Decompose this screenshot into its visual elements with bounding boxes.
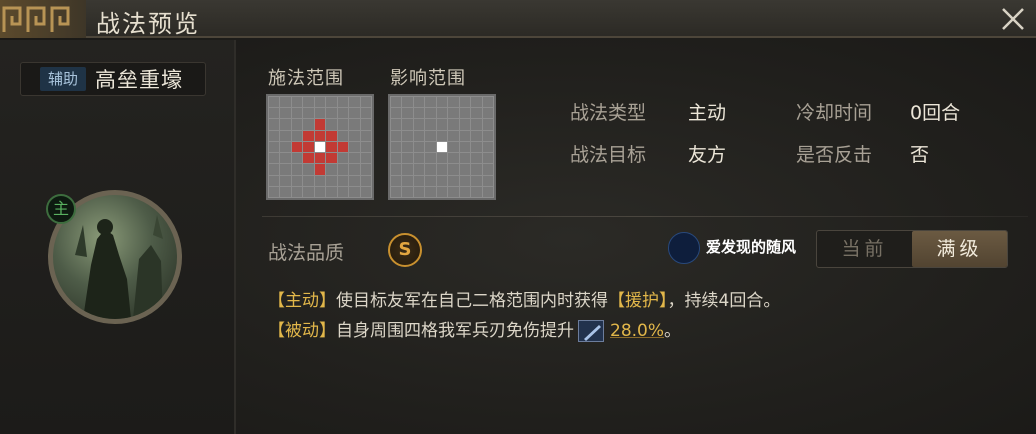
counter-value: 否 [910, 144, 930, 166]
main-general-badge: 主 [46, 194, 76, 224]
page-title: 战法预览 [96, 10, 200, 38]
effect-range-grid [388, 94, 496, 200]
passive-value: 28.0% [610, 321, 665, 341]
max-level-button[interactable]: 满级 [912, 231, 1007, 267]
active-duration-text: ，持续4回合。 [667, 291, 781, 311]
cooldown-label: 冷却时间 [796, 102, 873, 124]
status-effect-link[interactable]: 【援护】 [608, 291, 668, 311]
level-toggle: 当前 满级 [816, 230, 1008, 268]
skill-preview-panel: 战法预览 辅助 高垒重壕 主 施法范围 影响范围 战法类型 主动 战法目标 友方… [0, 0, 1036, 434]
cast-range-grid [266, 94, 374, 200]
skill-type-label: 战法类型 [570, 102, 647, 124]
blade-damage-icon [578, 320, 604, 342]
passive-end-text: 。 [664, 321, 682, 341]
cooldown-value: 0回合 [910, 102, 961, 124]
current-level-button[interactable]: 当前 [817, 231, 912, 267]
quality-badge: S [388, 233, 422, 267]
effect-range-label: 影响范围 [390, 68, 466, 89]
passive-text: 自身周围四格我军兵刃免伤提升 [336, 321, 574, 341]
role-tag: 辅助 [40, 67, 86, 91]
active-text: 使目标友军在自己二格范围内时获得 [336, 291, 608, 311]
ornament-icon [0, 0, 86, 38]
passive-tag: 【被动】 [268, 321, 336, 341]
skill-name: 高垒重壕 [95, 68, 183, 92]
active-tag: 【主动】 [268, 291, 336, 311]
skill-target-label: 战法目标 [570, 144, 647, 166]
divider [262, 216, 1028, 217]
passive-effect-description: 【被动】自身周围四格我军兵刃免伤提升 28.0%。 [268, 316, 681, 342]
skill-target-value: 友方 [688, 144, 727, 166]
cast-range-label: 施法范围 [268, 68, 344, 89]
header-bar: 战法预览 [0, 0, 1036, 38]
watermark-logo-icon [668, 232, 700, 264]
active-effect-description: 【主动】使目标友军在自己二格范围内时获得【援护】，持续4回合。 [268, 286, 780, 311]
skill-type-value: 主动 [688, 102, 727, 124]
close-icon[interactable] [998, 4, 1028, 34]
watermark-text: 爱发现的随风 [706, 238, 797, 256]
quality-label: 战法品质 [268, 242, 345, 264]
counter-label: 是否反击 [796, 144, 873, 166]
